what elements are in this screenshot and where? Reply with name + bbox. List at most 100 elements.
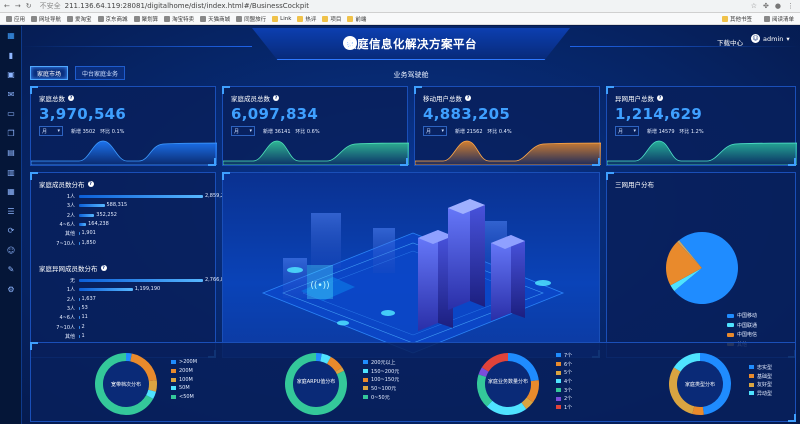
back-icon[interactable]: ← xyxy=(4,2,10,10)
help-icon[interactable]: ? xyxy=(657,95,663,101)
user-icon[interactable]: ☺ xyxy=(0,241,22,261)
legend-item[interactable]: 忠实型 xyxy=(749,363,772,372)
rank-bar xyxy=(79,325,80,329)
legend-item[interactable]: 150~200元 xyxy=(363,367,399,376)
legend-item[interactable]: 7个 xyxy=(556,351,572,360)
legend-item[interactable]: 5个 xyxy=(556,368,572,377)
bookmark-item[interactable]: 网址导航 xyxy=(31,15,61,23)
legend-swatch xyxy=(556,370,561,375)
help-icon[interactable]: ? xyxy=(68,95,74,101)
help-icon[interactable]: ? xyxy=(87,181,94,187)
period-select[interactable]: 月 ▾ xyxy=(423,126,447,136)
donut-arpu: 家庭ARPU值分布 200元以上 150~200元 100~150元 50~10… xyxy=(221,347,411,421)
chart-icon[interactable]: ▮ xyxy=(0,46,22,66)
legend-item[interactable]: 基础型 xyxy=(749,372,772,381)
bookmark-folder[interactable]: 前端 xyxy=(347,15,366,23)
forward-icon[interactable]: → xyxy=(15,2,21,10)
address-bar[interactable]: 211.136.64.119:28081/digitalhome/dist/in… xyxy=(65,2,309,10)
rank-label: 3人 xyxy=(66,305,75,312)
legend-item[interactable]: 中国电信 xyxy=(727,330,757,340)
bookmark-item[interactable]: 应用 xyxy=(6,15,25,23)
monitor-icon[interactable]: ▭ xyxy=(0,104,22,124)
bookmark-item[interactable]: 聚划算 xyxy=(133,15,158,23)
help-icon[interactable]: ? xyxy=(273,95,279,101)
mail-icon[interactable]: ✉ xyxy=(0,85,22,105)
legend-item[interactable]: <50M xyxy=(171,393,197,402)
stat-value: 1,214,629 xyxy=(615,105,703,123)
legend-item[interactable]: >200M xyxy=(171,358,197,367)
download-center-link[interactable]: 下载中心 xyxy=(717,37,743,47)
bookmark-folder[interactable]: Link xyxy=(272,15,291,22)
list-icon[interactable]: ☰ xyxy=(0,202,22,222)
folder-icon[interactable]: ▤ xyxy=(0,143,22,163)
bookmark-folder[interactable]: 热评 xyxy=(297,15,316,23)
donut-family-type: 家庭类型分布 忠实型 基础型 友好型 异动型 xyxy=(605,347,795,421)
image-icon[interactable]: ▣ xyxy=(0,65,22,85)
period-select[interactable]: 月 ▾ xyxy=(231,126,255,136)
rank-value: 2 xyxy=(81,323,85,330)
pie-slice[interactable] xyxy=(692,406,704,415)
legend-item[interactable]: 1个 xyxy=(556,403,572,412)
legend-item[interactable]: 100M xyxy=(171,375,197,384)
layers-icon[interactable]: ❐ xyxy=(0,124,22,144)
bookmark-folder[interactable]: 其他书签 xyxy=(721,15,752,23)
legend-item[interactable]: 3个 xyxy=(556,386,572,395)
legend-item[interactable]: 友好型 xyxy=(749,380,772,389)
bottom-distribution-panel: 宽带档次分布 >200M 200M 100M 50M <50M 家庭ARPU值分… xyxy=(30,342,796,422)
refresh-icon[interactable]: ⟳ xyxy=(0,221,22,241)
rank-label: 4~6人 xyxy=(59,315,75,322)
user-menu[interactable]: ☺ admin ▾ xyxy=(751,34,790,43)
bookmark-item[interactable]: 天猫商城 xyxy=(200,15,230,23)
bookmark-folder[interactable]: 项目 xyxy=(322,15,341,23)
trend-area xyxy=(415,140,601,165)
legend-item[interactable]: 200M xyxy=(171,367,197,376)
legend-swatch xyxy=(749,382,754,387)
security-label[interactable]: 不安全 xyxy=(40,1,61,11)
globe-icon xyxy=(133,15,140,22)
reload-icon[interactable]: ↻ xyxy=(26,2,32,10)
help-icon[interactable]: ? xyxy=(465,95,471,101)
menu-icon[interactable]: ⋮ xyxy=(787,2,794,10)
stat-sub: 新增 21562 环比 0.4% xyxy=(455,129,512,135)
star-icon[interactable]: ☆ xyxy=(751,2,757,10)
puzzle-icon[interactable]: ✤ xyxy=(763,2,769,10)
legend-item[interactable]: 6个 xyxy=(556,360,572,369)
avatar-icon: ☺ xyxy=(751,34,760,43)
legend-swatch xyxy=(556,405,561,410)
legend-item[interactable]: 中国联通 xyxy=(727,321,757,331)
legend-item[interactable]: 异动型 xyxy=(749,389,772,398)
stat-label: 移动用户总数? xyxy=(423,95,471,103)
dashboard-icon[interactable]: ▦ xyxy=(0,26,22,46)
section-title: 家庭异网成员数分布? xyxy=(39,265,107,273)
legend-item[interactable]: 4个 xyxy=(556,377,572,386)
legend-item[interactable]: 50M xyxy=(171,384,197,393)
bookmark-item[interactable]: 京东商城 xyxy=(97,15,128,23)
edit-icon[interactable]: ✎ xyxy=(0,260,22,280)
period-select[interactable]: 月 ▾ xyxy=(39,126,63,136)
settings-icon[interactable]: ⚙ xyxy=(0,280,22,300)
bookmark-item[interactable]: 同盟旅行 xyxy=(236,15,266,23)
calendar-icon[interactable]: ▦ xyxy=(0,182,22,202)
legend-item[interactable]: 0~50元 xyxy=(363,393,399,402)
legend-item[interactable]: 200元以上 xyxy=(363,358,399,367)
header: ◎ 家庭信息化解决方案平台 下载中心 ☺ admin ▾ xyxy=(22,26,800,66)
globe-icon xyxy=(164,15,171,22)
document-icon[interactable]: ▥ xyxy=(0,163,22,183)
legend-item[interactable]: 中国移动 xyxy=(727,311,757,321)
bookmark-item[interactable]: 爱淘宝 xyxy=(67,15,92,23)
legend-item[interactable]: 2个 xyxy=(556,394,572,403)
folder-icon xyxy=(272,15,279,22)
rank-label: 1人 xyxy=(66,194,75,200)
reading-list-icon xyxy=(763,15,770,22)
stat-card-mobile-total: 移动用户总数? 4,883,205 月 ▾ 新增 21562 环比 0.4% xyxy=(414,86,601,166)
profile-icon[interactable]: ● xyxy=(775,2,781,10)
rank-value: 1,637 xyxy=(81,295,96,302)
stat-sub: 新增 3502 环比 0.1% xyxy=(71,129,125,135)
bookmark-item[interactable]: 淘宝特卖 xyxy=(164,15,194,23)
legend-item[interactable]: 100~150元 xyxy=(363,375,399,384)
stat-value: 6,097,834 xyxy=(231,105,319,123)
reading-list[interactable]: 阅读清单 xyxy=(763,15,794,23)
help-icon[interactable]: ? xyxy=(100,265,107,271)
period-select[interactable]: 月 ▾ xyxy=(615,126,639,136)
legend-item[interactable]: 50~100元 xyxy=(363,384,399,393)
